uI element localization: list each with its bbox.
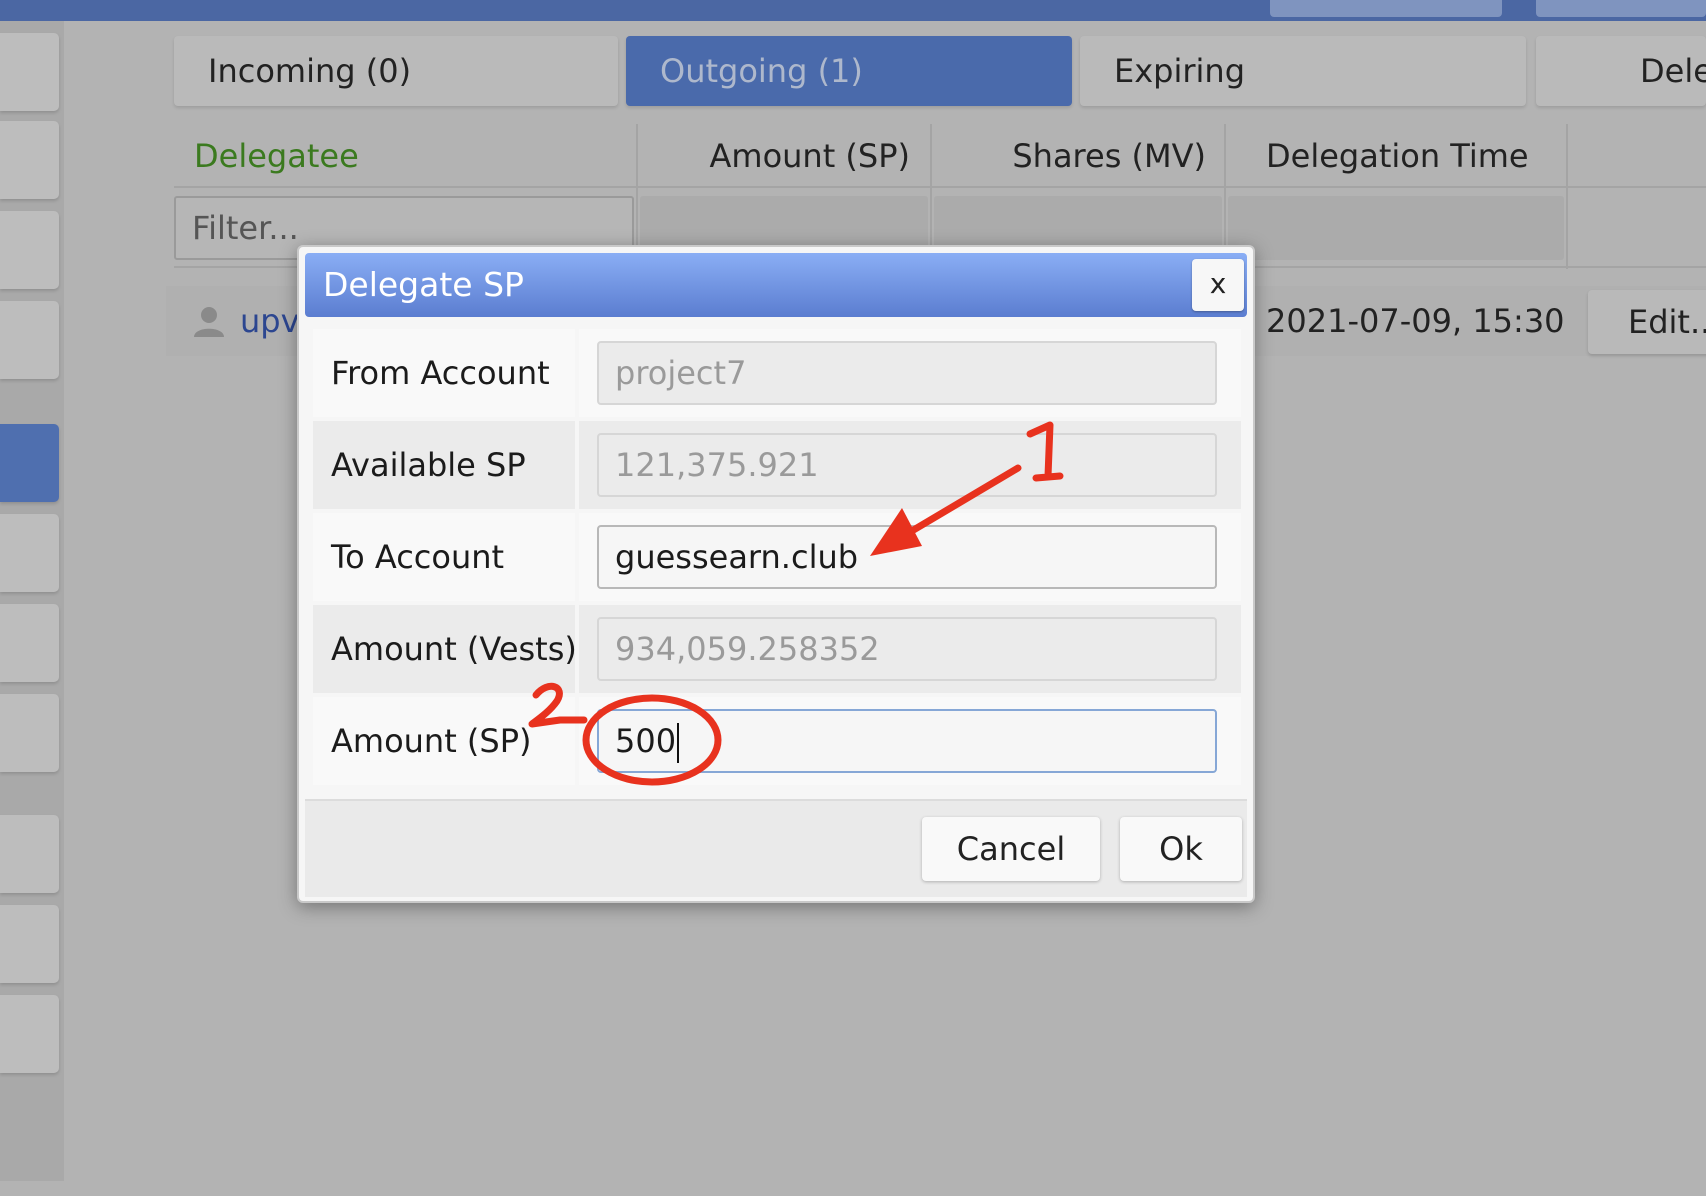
available-sp-field: 121,375.921: [597, 433, 1217, 497]
sidebar-item[interactable]: [0, 514, 59, 592]
amount-vests-field: 934,059.258352: [597, 617, 1217, 681]
available-sp-row: Available SP 121,375.921: [313, 421, 1241, 509]
tab-incoming[interactable]: Incoming (0): [174, 36, 618, 106]
sidebar: [0, 21, 64, 1181]
dialog-title: Delegate SP: [305, 253, 1247, 317]
available-sp-label: Available SP: [313, 421, 575, 509]
column-header-delegatee[interactable]: Delegatee: [194, 126, 359, 186]
amount-sp-row: Amount (SP) 500: [313, 697, 1241, 785]
amount-sp-value: 500: [615, 722, 677, 760]
column-header-shares-mv[interactable]: Shares (MV): [930, 126, 1206, 186]
tab-delegated[interactable]: Dele: [1536, 36, 1706, 106]
amount-sp-input[interactable]: 500: [597, 709, 1217, 773]
column-header-delegation-time[interactable]: Delegation Time: [1266, 126, 1529, 186]
sidebar-item[interactable]: [0, 694, 59, 772]
to-account-row: To Account guessearn.club: [313, 513, 1241, 601]
sidebar-item-active[interactable]: [0, 424, 59, 502]
sidebar-item[interactable]: [0, 815, 59, 893]
sidebar-item[interactable]: [0, 995, 59, 1073]
user-icon: [194, 307, 224, 337]
edit-button[interactable]: Edit...: [1588, 290, 1706, 354]
sidebar-item[interactable]: [0, 33, 59, 111]
sidebar-item[interactable]: [0, 301, 59, 379]
close-icon[interactable]: x: [1192, 259, 1244, 311]
sidebar-item[interactable]: [0, 604, 59, 682]
ok-button[interactable]: Ok: [1120, 817, 1242, 881]
top-bar-button[interactable]: [1536, 0, 1706, 17]
delegation-time-value: 2021-07-09, 15:30: [1266, 302, 1565, 340]
to-account-label: To Account: [313, 513, 575, 601]
text-caret: [677, 723, 680, 763]
top-bar-button[interactable]: [1270, 0, 1502, 17]
sidebar-item[interactable]: [0, 121, 59, 199]
column-header-amount-sp[interactable]: Amount (SP): [636, 126, 911, 186]
tab-expiring[interactable]: Expiring: [1080, 36, 1526, 106]
delegate-sp-dialog: Delegate SP x From Account project7 Avai…: [297, 245, 1255, 903]
tab-outgoing[interactable]: Outgoing (1): [626, 36, 1072, 106]
from-account-row: From Account project7: [313, 329, 1241, 417]
filter-cell: [1228, 196, 1564, 260]
header-divider: [174, 186, 1706, 188]
from-account-label: From Account: [313, 329, 575, 417]
amount-vests-row: Amount (Vests) 934,059.258352: [313, 605, 1241, 693]
amount-vests-label: Amount (Vests): [313, 605, 577, 693]
sidebar-item[interactable]: [0, 905, 59, 983]
delegatee-link[interactable]: upv: [240, 286, 300, 356]
dialog-footer: Cancel Ok: [305, 799, 1247, 897]
from-account-field: project7: [597, 341, 1217, 405]
amount-sp-label: Amount (SP): [313, 697, 575, 785]
column-divider: [1566, 124, 1568, 269]
top-bar: [0, 0, 1706, 21]
to-account-input[interactable]: guessearn.club: [597, 525, 1217, 589]
cancel-button[interactable]: Cancel: [922, 817, 1100, 881]
sidebar-item[interactable]: [0, 211, 59, 289]
